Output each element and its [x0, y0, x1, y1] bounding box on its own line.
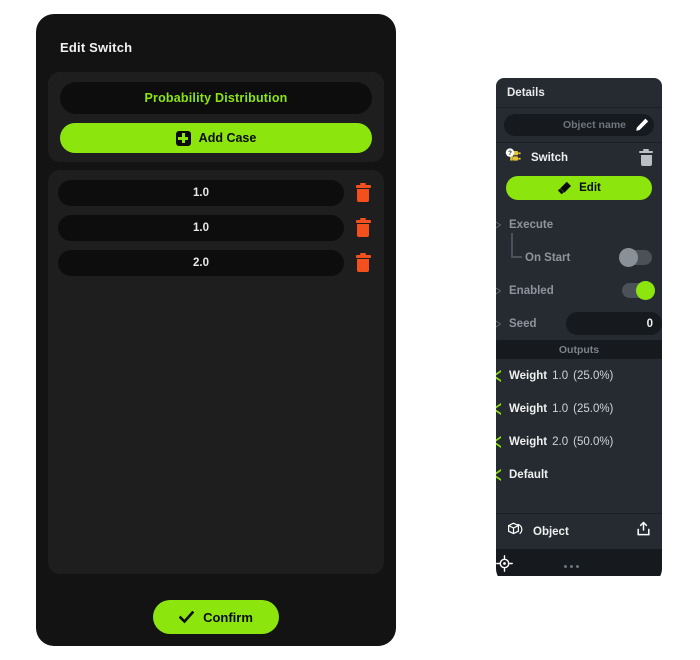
outputs-section-header: Outputs — [496, 340, 662, 359]
screen: Edit Switch Probability Distribution Add… — [0, 0, 700, 660]
add-object-button[interactable] — [635, 521, 652, 543]
details-panel-title: Details — [496, 78, 662, 108]
seed-input-pin[interactable] — [496, 310, 509, 337]
object-name-row: Object name — [496, 108, 662, 142]
delete-case-button[interactable] — [352, 251, 374, 275]
output-value: 2.0 — [552, 435, 569, 448]
edit-button[interactable]: Edit — [506, 176, 652, 200]
dialog-footer: Confirm — [36, 600, 396, 634]
output-label: Default — [509, 468, 548, 481]
trash-icon — [355, 252, 371, 272]
pencil-icon[interactable] — [634, 117, 650, 133]
edit-button-wrap: Edit — [496, 172, 662, 208]
output-row: Default — [496, 458, 662, 491]
output-row: Weight 1.0 (25.0%) — [496, 359, 662, 392]
trash-icon — [355, 182, 371, 202]
delete-node-button[interactable] — [639, 148, 653, 166]
output-row: Weight 2.0 (50.0%) — [496, 425, 662, 458]
details-panel-body: Details Object name ? Switch Edit Execut… — [496, 78, 662, 576]
dialog-body: Probability Distribution Add Case 1.0 1.… — [48, 72, 384, 584]
edit-label: Edit — [579, 182, 601, 194]
plus-icon — [175, 130, 191, 146]
output-value: 1.0 — [552, 369, 569, 382]
case-weight-input[interactable]: 1.0 — [58, 180, 344, 206]
property-label: Execute — [509, 218, 554, 231]
list-item: 1.0 — [58, 215, 374, 241]
add-case-button[interactable]: Add Case — [60, 123, 372, 153]
details-panel: Details Object name ? Switch Edit Execut… — [496, 78, 700, 576]
list-item: 1.0 — [58, 180, 374, 206]
output-pin[interactable] — [496, 362, 509, 389]
probability-distribution-header: Probability Distribution — [60, 82, 372, 114]
output-percent: (50.0%) — [573, 435, 614, 448]
output-percent: (25.0%) — [573, 402, 614, 415]
object-name-input[interactable]: Object name — [504, 114, 654, 136]
output-row: Weight 1.0 (25.0%) — [496, 392, 662, 425]
property-label: Enabled — [509, 284, 554, 297]
output-label: Weight — [509, 369, 548, 382]
exec-input-pin[interactable] — [496, 211, 509, 238]
delete-case-button[interactable] — [352, 216, 374, 240]
output-pin[interactable] — [496, 428, 509, 455]
panel-footer — [496, 549, 662, 576]
output-value: 1.0 — [552, 402, 569, 415]
trash-icon — [355, 217, 371, 237]
focus-target-button[interactable] — [496, 555, 513, 576]
object-label: Object — [533, 525, 569, 538]
output-label: Weight — [509, 435, 548, 448]
check-icon — [179, 610, 195, 623]
case-weight-input[interactable]: 1.0 — [58, 215, 344, 241]
object-icon — [507, 521, 525, 543]
list-item: 2.0 — [58, 250, 374, 276]
property-row-enabled: Enabled — [496, 274, 662, 307]
add-case-label: Add Case — [198, 131, 257, 145]
page-title: Edit Switch — [60, 40, 133, 55]
output-label: Weight — [509, 402, 548, 415]
confirm-button[interactable]: Confirm — [153, 600, 279, 634]
svg-text:?: ? — [508, 150, 512, 157]
edit-switch-dialog: Edit Switch Probability Distribution Add… — [36, 14, 396, 646]
output-pin[interactable] — [496, 461, 509, 488]
output-pin[interactable] — [496, 395, 509, 422]
brush-icon — [557, 181, 572, 195]
delete-case-button[interactable] — [352, 181, 374, 205]
enabled-input-pin[interactable] — [496, 277, 509, 304]
property-row-on-start: On Start — [496, 233, 662, 274]
property-label: On Start — [525, 251, 571, 264]
on-start-toggle[interactable] — [619, 248, 652, 267]
confirm-label: Confirm — [203, 609, 253, 625]
distribution-card: Probability Distribution Add Case — [48, 72, 384, 162]
seed-input[interactable]: 0 — [566, 312, 662, 335]
node-title: Switch — [531, 151, 569, 164]
property-row-seed: Seed 0 — [496, 307, 662, 340]
output-percent: (25.0%) — [573, 369, 614, 382]
tree-connector — [511, 233, 522, 258]
case-weight-input[interactable]: 2.0 — [58, 250, 344, 276]
drag-handle-icon[interactable] — [564, 564, 579, 568]
object-row: Object — [496, 513, 662, 549]
enabled-toggle[interactable] — [622, 281, 655, 300]
cases-list: 1.0 1.0 2.0 — [48, 170, 384, 574]
node-header-row: ? Switch — [496, 142, 662, 172]
switch-node-icon: ? — [505, 148, 524, 167]
